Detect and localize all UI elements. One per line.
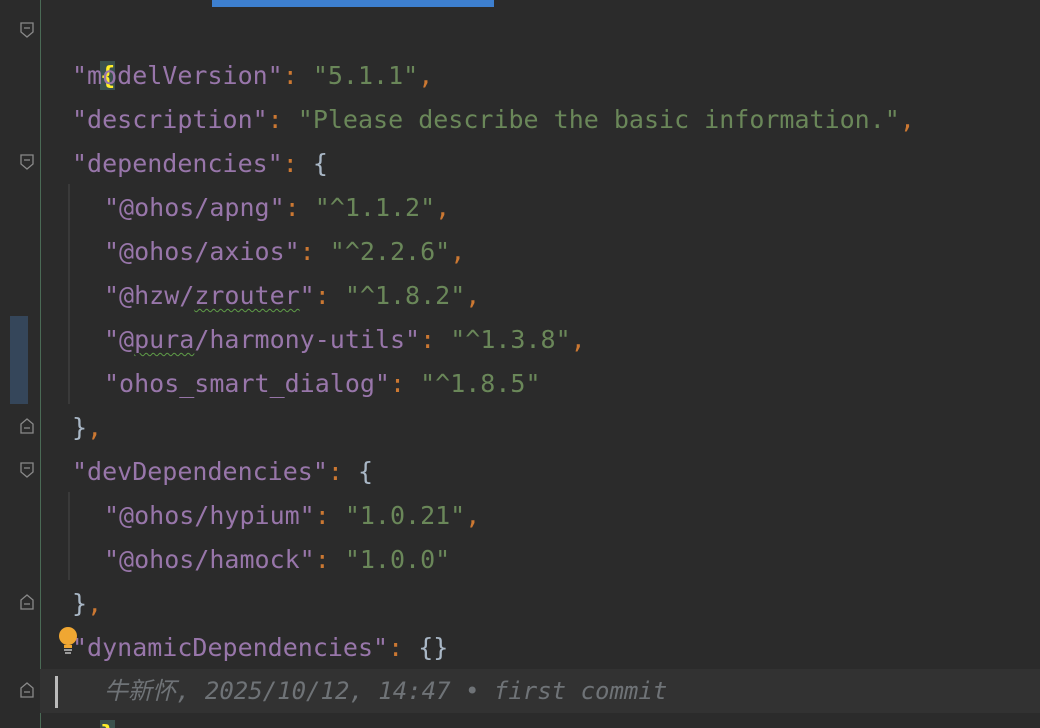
json-key: "@ohos/axios" (104, 237, 300, 266)
code-line[interactable]: "ohos_smart_dialog": "^1.8.5" (104, 362, 541, 406)
json-key: "dependencies" (72, 149, 283, 178)
code-line[interactable]: "@ohos/hypium": "1.0.21", (104, 494, 480, 538)
indent-guide (68, 184, 70, 404)
code-line[interactable]: "dynamicDependencies": {} (72, 626, 448, 670)
spellcheck-typo[interactable]: zrouter (194, 281, 299, 310)
json-colon: : (314, 281, 345, 310)
json-comma: , (899, 105, 915, 134)
code-line[interactable]: "@ohos/axios": "^2.2.6", (104, 230, 465, 274)
json-key: "@ohos/hamock" (104, 545, 315, 574)
json-comma: , (570, 325, 586, 354)
json-string: "^1.1.2" (314, 193, 436, 222)
json-colon: : (299, 237, 330, 266)
code-line[interactable]: }, (72, 406, 102, 450)
json-string: "1.0.21" (344, 501, 466, 530)
indent-guide (68, 492, 70, 580)
json-comma: , (418, 61, 434, 90)
fold-close-icon[interactable] (20, 594, 34, 610)
json-string: "5.1.1" (312, 61, 419, 90)
json-brace: } (72, 589, 88, 618)
json-comma: , (450, 237, 466, 266)
json-key: "modelVersion" (72, 61, 283, 90)
json-key: " (299, 281, 315, 310)
fold-open-icon[interactable] (20, 22, 34, 38)
json-key: "ohos_smart_dialog" (104, 369, 390, 398)
code-line[interactable]: }, (72, 582, 102, 626)
json-string: "^1.8.2" (344, 281, 466, 310)
json-colon: : (420, 325, 451, 354)
matched-brace: } (100, 720, 116, 728)
code-line[interactable]: "dependencies": { (72, 142, 328, 186)
vcs-change-marker[interactable] (10, 316, 28, 404)
json-string: "^1.8.5" (420, 369, 541, 398)
git-blame-annotation[interactable]: 牛新怀, 2025/10/12, 14:47 • first commit (104, 669, 667, 713)
json-brace: { (312, 149, 328, 178)
json-comma: , (435, 193, 451, 222)
json-colon: : (314, 501, 345, 530)
code-line[interactable]: "@pura/harmony-utils": "^1.3.8", (104, 318, 586, 362)
json-colon: : (388, 633, 419, 662)
code-editor[interactable]: { "modelVersion": "5.1.1", "description"… (0, 0, 1040, 728)
lightbulb-icon[interactable] (56, 626, 80, 656)
fold-open-icon[interactable] (20, 462, 34, 478)
json-key: /harmony-utils" (194, 325, 421, 354)
json-string: "1.0.0" (344, 545, 451, 574)
fold-close-icon[interactable] (20, 682, 34, 698)
spellcheck-typo[interactable]: pura (134, 325, 194, 354)
json-colon: : (282, 149, 313, 178)
fold-close-icon[interactable] (20, 418, 34, 434)
code-line[interactable]: "modelVersion": "5.1.1", (72, 54, 433, 98)
json-colon: : (267, 105, 298, 134)
json-comma: , (87, 413, 103, 442)
code-line[interactable]: "@ohos/hamock": "1.0.0" (104, 538, 450, 582)
code-line[interactable]: "description": "Please describe the basi… (72, 98, 915, 142)
code-line[interactable]: "@ohos/apng": "^1.1.2", (104, 186, 450, 230)
json-colon: : (389, 369, 421, 398)
json-string: "^2.2.6" (329, 237, 451, 266)
json-key: "@ohos/hypium" (104, 501, 315, 530)
json-key: "@ohos/apng" (104, 193, 285, 222)
json-string: "Please describe the basic information." (297, 105, 900, 134)
json-comma: , (465, 281, 481, 310)
json-key: "@ (104, 325, 135, 354)
json-key: "@hzw/ (104, 281, 195, 310)
json-string: "^1.3.8" (450, 325, 571, 354)
json-colon: : (284, 193, 315, 222)
code-line[interactable]: { (40, 10, 116, 90)
json-colon: : (327, 457, 358, 486)
tab-scroll-indicator (212, 0, 494, 7)
json-brace: { (357, 457, 374, 486)
code-line[interactable]: "devDependencies": { (72, 450, 373, 494)
json-colon: : (314, 545, 345, 574)
text-caret (55, 676, 58, 708)
json-key: "description" (72, 105, 268, 134)
json-brace: {} (418, 633, 449, 662)
json-key: "devDependencies" (72, 457, 328, 486)
fold-open-icon[interactable] (20, 154, 34, 170)
json-colon: : (282, 61, 313, 90)
json-brace: } (72, 413, 88, 442)
json-comma: , (465, 501, 481, 530)
json-key: "dynamicDependencies" (72, 633, 389, 662)
code-line[interactable]: "@hzw/zrouter": "^1.8.2", (104, 274, 480, 318)
json-comma: , (87, 589, 103, 618)
